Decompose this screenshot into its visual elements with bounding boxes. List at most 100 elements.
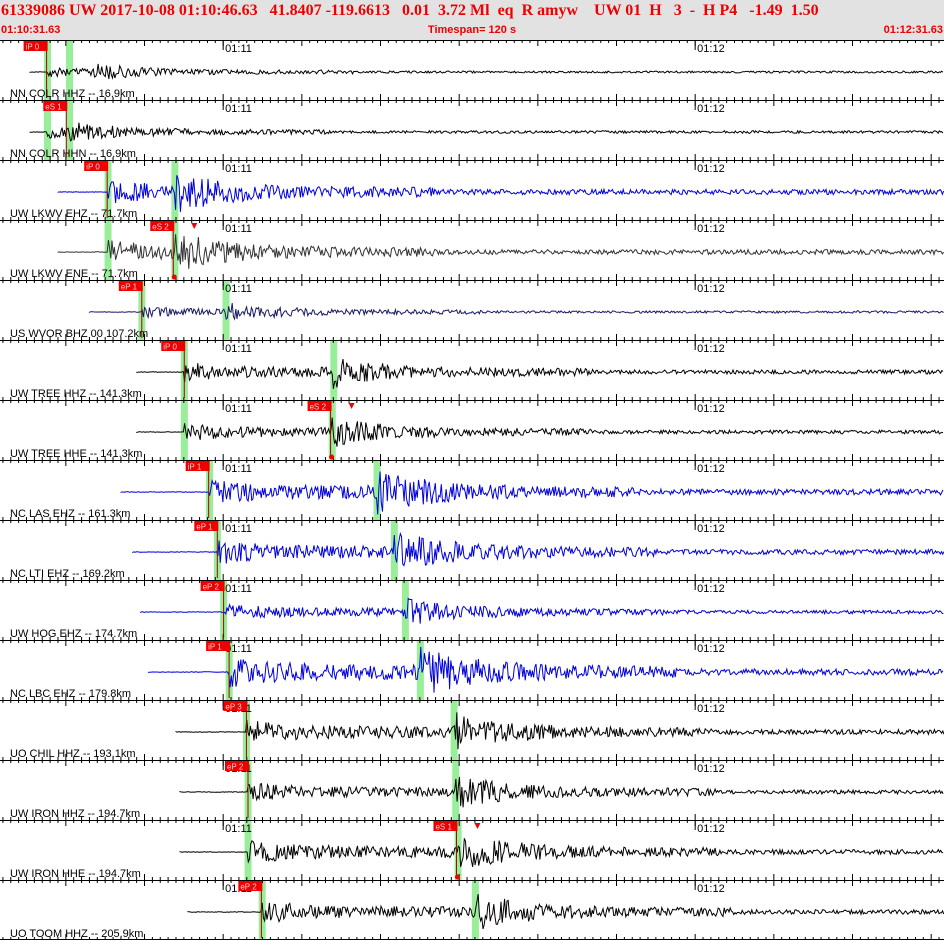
pick-highlight-band bbox=[330, 341, 338, 400]
minute-label: 01:12 bbox=[697, 223, 725, 235]
minute-label: 01:11 bbox=[225, 43, 252, 55]
end-time-label: 01:12:31.63 bbox=[883, 24, 943, 36]
trace-row: 01:11 01:12 iP 1 NC LAS EHZ -- 161.3km bbox=[0, 460, 944, 520]
minute-label: 01:12 bbox=[697, 163, 725, 175]
minute-label: 01:11 bbox=[225, 343, 252, 355]
pick-label: iP 1 bbox=[188, 463, 202, 472]
minute-label: 01:12 bbox=[697, 763, 725, 775]
header-bar: 61339086 UW 2017-10-08 01:10:46.63 41.84… bbox=[0, 0, 944, 40]
trace-row: 01:11 01:12 eP 1 NC LTI EHZ -- 169.2km bbox=[0, 520, 944, 580]
pick-label: eP 1 bbox=[196, 523, 213, 532]
minute-label: 01:11 bbox=[225, 283, 252, 295]
channel-label: UW TREE HHZ -- 141.3km bbox=[10, 388, 142, 400]
channel-label: UW TREE HHE -- 141.3km bbox=[10, 448, 142, 460]
pick-label: eS 1 bbox=[45, 103, 62, 112]
waveform bbox=[187, 894, 944, 930]
pick-label: eP 2 bbox=[240, 883, 257, 892]
waveform bbox=[136, 417, 944, 447]
minute-label: 01:12 bbox=[697, 523, 725, 535]
waveform bbox=[57, 175, 944, 212]
event-summary-title: 61339086 UW 2017-10-08 01:10:46.63 41.84… bbox=[1, 2, 819, 19]
waveform bbox=[132, 531, 944, 567]
minute-label: 01:11 bbox=[225, 823, 252, 835]
pick-label: iP 1 bbox=[208, 643, 222, 652]
pick-triangle-marker bbox=[474, 823, 481, 829]
trace-row: 01:11 01:12 eS 1 NN COLR HHN -- 16.9km bbox=[0, 100, 944, 160]
pick-triangle-marker bbox=[348, 403, 355, 409]
minute-label: 01:12 bbox=[697, 103, 725, 115]
minute-label: 01:11 bbox=[225, 163, 252, 175]
trace-row: 01:1101:12eP 3UO CHIL HHZ -- 193.1km bbox=[0, 700, 944, 760]
minute-label: 01:12 bbox=[697, 643, 725, 655]
pick-dot-marker bbox=[454, 874, 460, 880]
channel-label: UO TOOM HHZ -- 205.9km bbox=[10, 928, 143, 940]
trace-row: 01:11 01:12 iP 0 UW TREE HHZ -- 141.3km bbox=[0, 340, 944, 400]
seismogram-panel[interactable]: 01:11 01:12iP 0NN COLR HHZ -- 16.9km01:11… bbox=[0, 40, 944, 940]
pick-label: iP 0 bbox=[26, 43, 40, 52]
channel-label: NC LBC EHZ -- 179.8km bbox=[10, 688, 131, 700]
trace-row: 01:11 01:12 eS 2 UW TREE HHE -- 141.3km bbox=[0, 400, 944, 460]
channel-label: NN COLR HHN -- 16.9km bbox=[10, 148, 136, 160]
minute-label: 01:12 bbox=[697, 883, 725, 895]
minute-label: 01:11 bbox=[225, 403, 252, 415]
pick-label: eP 1 bbox=[121, 283, 138, 292]
channel-label: NC LTI EHZ -- 169.2km bbox=[10, 568, 125, 580]
channel-label: UW IRON HHE -- 194.7km bbox=[10, 868, 141, 880]
minute-label: 01:12 bbox=[697, 703, 725, 715]
minute-label: 01:12 bbox=[697, 583, 725, 595]
minute-label: 01:12 bbox=[697, 43, 725, 55]
trace-row: 01:11 01:12 eS 2 UW LKWV ENE -- 71.7km bbox=[0, 220, 944, 280]
pick-dot-marker bbox=[329, 454, 335, 460]
pick-label: iP 0 bbox=[86, 163, 100, 172]
waveform bbox=[136, 359, 944, 389]
pick-label: eP 3 bbox=[225, 703, 242, 712]
waveform bbox=[175, 712, 944, 750]
waveform bbox=[57, 234, 944, 269]
minute-label: 01:11 bbox=[225, 223, 252, 235]
channel-label: UW IRON HHZ -- 194.7km bbox=[10, 808, 140, 820]
minute-label: 01:12 bbox=[697, 403, 725, 415]
pick-label: eS 2 bbox=[310, 403, 327, 412]
trace-row: 01:11 01:12 iP 0 UW LKWV EHZ -- 71.7km bbox=[0, 160, 944, 220]
waveform bbox=[29, 122, 944, 142]
minute-label: 01:12 bbox=[697, 343, 725, 355]
waveform bbox=[140, 597, 944, 624]
waveform bbox=[88, 303, 944, 321]
trace-row: 01:1101:12eP 2UW IRON HHZ -- 194.7km bbox=[0, 760, 944, 820]
trace-row: 01:11 01:12 eS 1 UW IRON HHE -- 194.7km bbox=[0, 820, 944, 880]
pick-dot-marker bbox=[171, 274, 177, 280]
pick-label: eS 2 bbox=[152, 223, 169, 232]
waveform bbox=[179, 776, 944, 808]
channel-label: UO CHIL HHZ -- 193.1km bbox=[10, 748, 136, 760]
waveform bbox=[179, 838, 944, 868]
channel-label: UW LKWV EHZ -- 71.7km bbox=[10, 208, 137, 220]
pick-triangle-marker bbox=[191, 223, 198, 229]
minute-label: 01:11 bbox=[225, 583, 252, 595]
pick-label: eS 1 bbox=[435, 823, 452, 832]
channel-label: NC LAS EHZ -- 161.3km bbox=[10, 508, 130, 520]
trace-row: 01:11 01:12 iP 0 NN COLR HHZ -- 16.9km bbox=[0, 40, 944, 100]
waveform bbox=[120, 471, 944, 515]
trace-row: 01:1101:12eP 2UO TOOM HHZ -- 205.9km bbox=[0, 880, 944, 940]
pick-highlight-band bbox=[450, 701, 458, 760]
channel-label: UW HOG EHZ -- 174.7km bbox=[10, 628, 137, 640]
minute-label: 01:11 bbox=[225, 463, 252, 475]
trace-row: 01:11 01:12 eP 2 UW HOG EHZ -- 174.7km bbox=[0, 580, 944, 640]
timespan-label: Timespan= 120 s bbox=[427, 24, 517, 36]
channel-label: US WVOR BHZ 00 107.2km bbox=[10, 328, 148, 340]
trace-row: 01:11 01:12iP 1NC LBC EHZ -- 179.8km bbox=[0, 640, 944, 700]
pick-highlight-band bbox=[180, 401, 188, 460]
minute-label: 01:11 bbox=[225, 103, 252, 115]
pick-label: iP 0 bbox=[163, 343, 177, 352]
minute-label: 01:12 bbox=[697, 283, 725, 295]
waveform bbox=[29, 63, 944, 80]
pick-highlight-band bbox=[171, 161, 179, 220]
trace-row: 01:11 01:12 eP 1 US WVOR BHZ 00 107.2km bbox=[0, 280, 944, 340]
waveform bbox=[147, 646, 944, 693]
pick-label: eP 2 bbox=[227, 763, 244, 772]
channel-label: NN COLR HHZ -- 16.9km bbox=[10, 88, 135, 100]
minute-label: 01:11 bbox=[225, 523, 252, 535]
minute-label: 01:12 bbox=[697, 823, 725, 835]
minute-label: 01:12 bbox=[697, 463, 725, 475]
channel-label: UW LKWV ENE -- 71.7km bbox=[10, 268, 138, 280]
